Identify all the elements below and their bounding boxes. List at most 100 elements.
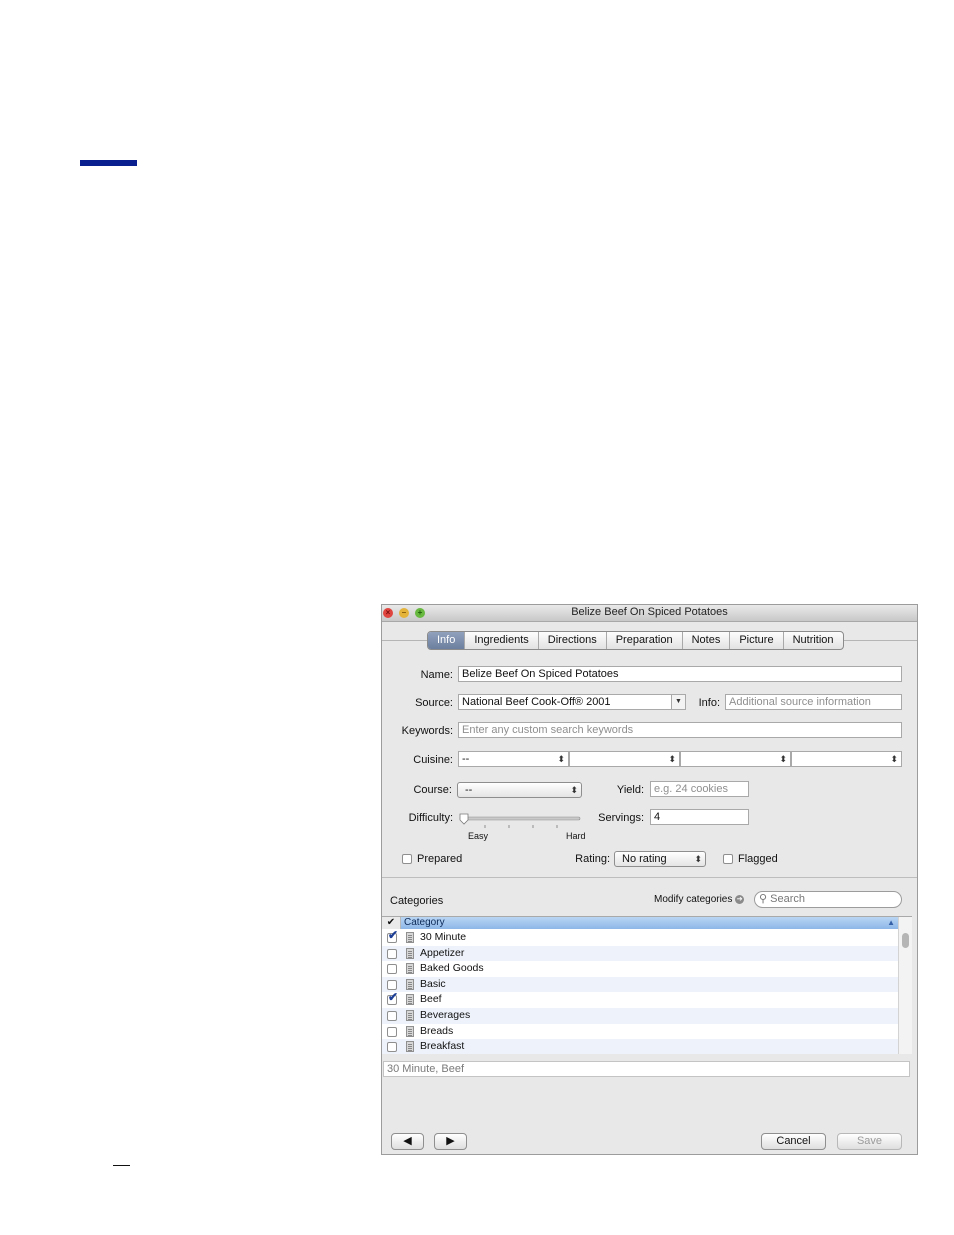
rating-label: Rating: bbox=[575, 853, 610, 865]
category-column-header[interactable]: Category ▲ bbox=[401, 917, 898, 929]
table-header: ✔ Category ▲ bbox=[382, 917, 898, 929]
category-name: Breads bbox=[420, 1024, 454, 1037]
next-recipe-button[interactable]: ▶ bbox=[434, 1133, 467, 1150]
row-checkbox[interactable] bbox=[387, 1026, 397, 1037]
previous-recipe-button[interactable]: ◀ bbox=[391, 1133, 424, 1150]
row-checkbox[interactable] bbox=[387, 948, 397, 959]
category-column-label: Category bbox=[404, 917, 445, 928]
flagged-label: Flagged bbox=[738, 853, 778, 865]
rating-select[interactable]: No rating ⬍ bbox=[614, 851, 706, 867]
flagged-checkbox[interactable] bbox=[723, 854, 733, 864]
row-checkbox[interactable] bbox=[387, 1011, 397, 1021]
tab-ingredients[interactable]: Ingredients bbox=[465, 632, 539, 649]
keywords-label: Keywords: bbox=[401, 725, 453, 737]
stepper-icon: ⬍ bbox=[557, 754, 565, 764]
row-checkbox[interactable] bbox=[387, 1042, 397, 1053]
page-accent-bar bbox=[80, 160, 137, 166]
row-checkbox[interactable] bbox=[387, 964, 397, 975]
cuisine-select-4[interactable]: ⬍ bbox=[791, 751, 902, 767]
category-name: Breakfast bbox=[420, 1040, 465, 1053]
table-row[interactable]: Beverages bbox=[382, 1008, 898, 1024]
modify-categories-label: Modify categories bbox=[654, 894, 733, 905]
difficulty-label: Difficulty: bbox=[408, 812, 453, 824]
category-name: Appetizer bbox=[420, 946, 465, 959]
category-name: Beverages bbox=[420, 1009, 471, 1021]
section-divider bbox=[382, 877, 917, 878]
category-name: 30 Minute bbox=[420, 931, 467, 943]
table-row[interactable]: ✔ Beef bbox=[382, 991, 898, 1008]
category-icon bbox=[406, 963, 414, 975]
tab-notes[interactable]: Notes bbox=[683, 632, 731, 649]
name-label: Name: bbox=[420, 669, 453, 681]
prepared-label: Prepared bbox=[417, 853, 463, 865]
category-icon bbox=[406, 932, 414, 943]
keywords-field[interactable]: Enter any custom search keywords bbox=[458, 722, 902, 738]
chevron-down-icon[interactable]: ▼ bbox=[671, 695, 685, 709]
table-row[interactable]: ✔ 30 Minute bbox=[382, 929, 898, 946]
name-field[interactable]: Belize Beef On Spiced Potatoes bbox=[458, 666, 902, 682]
table-row[interactable]: Breakfast bbox=[382, 1039, 898, 1054]
tab-info[interactable]: Info bbox=[428, 632, 466, 649]
table-scrollbar[interactable] bbox=[898, 917, 912, 1054]
difficulty-hard-label: Hard bbox=[566, 831, 586, 841]
tab-bar: Info Ingredients Directions Preparation … bbox=[427, 631, 844, 650]
cuisine-select-2[interactable]: ⬍ bbox=[569, 751, 680, 767]
footnote-rule bbox=[113, 1165, 130, 1166]
save-button[interactable]: Save bbox=[837, 1133, 902, 1150]
sort-ascending-icon: ▲ bbox=[887, 918, 895, 927]
category-search-input[interactable]: ⚲ Search bbox=[754, 891, 902, 908]
category-icon bbox=[406, 947, 414, 959]
table-row[interactable]: Appetizer bbox=[382, 945, 898, 962]
search-icon: ⚲ bbox=[759, 893, 768, 905]
row-checkbox[interactable] bbox=[387, 979, 397, 990]
title-bar[interactable]: × – + Belize Beef On Spiced Potatoes bbox=[382, 605, 917, 622]
triangle-right-icon: ▶ bbox=[446, 1135, 455, 1147]
rating-value: No rating bbox=[622, 853, 667, 865]
servings-label: Servings: bbox=[598, 812, 644, 824]
course-select[interactable]: -- ⬍ bbox=[457, 782, 582, 798]
tab-nutrition[interactable]: Nutrition bbox=[784, 632, 843, 649]
tab-preparation[interactable]: Preparation bbox=[607, 632, 683, 649]
course-label: Course: bbox=[413, 784, 452, 796]
category-icon bbox=[406, 1025, 414, 1037]
cancel-button[interactable]: Cancel bbox=[761, 1133, 826, 1150]
category-icon bbox=[406, 1010, 414, 1021]
modify-categories-link[interactable]: Modify categories ➔ bbox=[654, 894, 745, 905]
servings-field[interactable]: 4 bbox=[650, 809, 749, 825]
stepper-icon: ⬍ bbox=[890, 754, 898, 764]
tab-picture[interactable]: Picture bbox=[730, 632, 784, 649]
info-field[interactable]: Additional source information bbox=[725, 694, 902, 710]
slider-track bbox=[459, 816, 581, 821]
stepper-icon: ⬍ bbox=[779, 754, 787, 764]
table-row[interactable]: Breads bbox=[382, 1024, 898, 1040]
categories-heading: Categories bbox=[390, 895, 444, 907]
source-value: National Beef Cook-Off® 2001 bbox=[462, 696, 611, 708]
yield-field[interactable]: e.g. 24 cookies bbox=[650, 781, 749, 797]
difficulty-slider[interactable] bbox=[458, 811, 584, 831]
category-icon bbox=[406, 1041, 414, 1053]
search-placeholder: Search bbox=[770, 893, 805, 905]
arrow-right-circle-icon[interactable]: ➔ bbox=[735, 894, 745, 904]
tab-directions[interactable]: Directions bbox=[539, 632, 607, 649]
table-row[interactable]: Basic bbox=[382, 976, 898, 993]
row-checkbox[interactable]: ✔ bbox=[387, 929, 398, 943]
selected-categories-field: 30 Minute, Beef bbox=[383, 1061, 910, 1077]
row-checkbox[interactable]: ✔ bbox=[387, 991, 398, 1006]
source-combo[interactable]: National Beef Cook-Off® 2001 ▼ bbox=[458, 694, 686, 710]
course-value: -- bbox=[465, 784, 473, 796]
table-row[interactable]: Baked Goods bbox=[382, 961, 898, 977]
source-label: Source: bbox=[415, 697, 453, 709]
cuisine-select-3[interactable]: ⬍ bbox=[680, 751, 791, 767]
slider-ticks bbox=[484, 825, 558, 828]
category-icon bbox=[406, 994, 414, 1006]
stepper-icon: ⬍ bbox=[694, 854, 702, 864]
slider-thumb[interactable] bbox=[459, 813, 469, 825]
category-name: Basic bbox=[420, 977, 446, 990]
category-name: Baked Goods bbox=[420, 962, 484, 975]
cuisine-select-1[interactable]: -- ⬍ bbox=[458, 751, 569, 767]
categories-table: ✔ Category ▲ ✔ 30 Minute Appetizer Baked… bbox=[382, 916, 912, 1054]
yield-label: Yield: bbox=[616, 784, 644, 796]
recipe-window: × – + Belize Beef On Spiced Potatoes Inf… bbox=[381, 604, 918, 1155]
prepared-checkbox[interactable] bbox=[402, 854, 412, 864]
scrollbar-thumb[interactable] bbox=[902, 933, 909, 948]
